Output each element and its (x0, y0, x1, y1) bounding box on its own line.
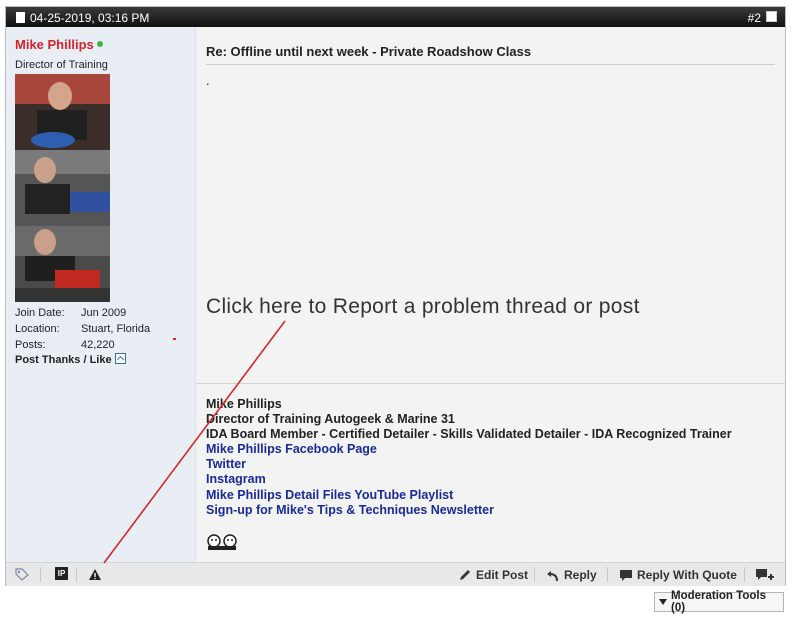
facebook-link[interactable]: Mike Phillips Facebook Page (206, 442, 732, 457)
footer-separator (534, 567, 535, 582)
reply-arrow-icon (547, 570, 558, 581)
post-number-link[interactable]: #2 (748, 11, 761, 25)
post-thanks-label: Post Thanks / Like (15, 354, 112, 366)
user-info-panel: Mike Phillips Director of Training Join … (6, 27, 196, 562)
post-date: 04-25-2019, 03:16 PM (30, 11, 150, 25)
posts-row: Posts: 42,220 (15, 339, 185, 355)
join-date-value: Jun 2009 (81, 307, 127, 319)
signature-line: IDA Board Member - Certified Detailer - … (206, 427, 732, 442)
pencil-icon (460, 569, 470, 580)
posts-value: 42,220 (81, 339, 115, 351)
footer-separator (607, 567, 608, 582)
document-icon (16, 12, 25, 23)
moderation-tools-dropdown[interactable]: Moderation Tools (0) (654, 590, 784, 614)
signature-line: Director of Training Autogeek & Marine 3… (206, 412, 455, 427)
location-value: Stuart, Florida (81, 323, 151, 335)
report-warning-icon[interactable] (88, 568, 102, 581)
post-title: Re: Offline until next week - Private Ro… (206, 44, 532, 59)
footer-separator (40, 567, 41, 582)
post-container: 04-25-2019, 03:16 PM #2 Mike Phillips Di… (5, 6, 786, 586)
reply-label: Reply (564, 568, 597, 582)
red-dot-mark (173, 338, 176, 340)
location-row: Location: Stuart, Florida (15, 323, 185, 339)
username-link[interactable]: Mike Phillips (15, 37, 94, 52)
reply-with-quote-label: Reply With Quote (637, 568, 737, 582)
youtube-playlist-link[interactable]: Mike Phillips Detail Files YouTube Playl… (206, 488, 732, 503)
signature: Mike Phillips Director of Training Autog… (206, 397, 732, 518)
post-select-checkbox[interactable] (766, 11, 777, 22)
newsletter-link[interactable]: Sign-up for Mike's Tips & Techniques New… (206, 503, 732, 518)
multi-quote-icon[interactable] (755, 568, 775, 582)
quote-bubble-icon (620, 569, 632, 581)
join-date-label: Join Date: (15, 307, 65, 319)
location-label: Location: (15, 323, 60, 335)
reply-with-quote-button[interactable]: Reply With Quote (619, 568, 737, 582)
reply-button[interactable]: Reply (546, 568, 597, 582)
post-content: Re: Offline until next week - Private Ro… (196, 27, 785, 562)
signature-divider (196, 383, 785, 384)
signature-smileys-icon (207, 534, 237, 550)
footer-separator (76, 567, 77, 582)
post-header: 04-25-2019, 03:16 PM #2 (6, 7, 785, 27)
chevron-down-icon (659, 599, 667, 605)
user-title: Director of Training (15, 59, 108, 71)
title-divider (206, 64, 775, 65)
post-body: . (206, 73, 210, 88)
posts-label: Posts: (15, 339, 46, 351)
avatar[interactable] (15, 74, 110, 302)
ip-icon[interactable]: IP (55, 567, 68, 580)
footer-separator (744, 567, 745, 582)
twitter-link[interactable]: Twitter (206, 457, 732, 472)
report-annotation-text: Click here to Report a problem thread or… (206, 295, 640, 318)
user-details: Join Date: Jun 2009 Location: Stuart, Fl… (15, 307, 185, 355)
edit-post-button[interactable]: Edit Post (458, 568, 528, 582)
join-date-row: Join Date: Jun 2009 (15, 307, 185, 323)
moderation-tools-label: Moderation Tools (0) (670, 590, 766, 614)
instagram-link[interactable]: Instagram (206, 472, 732, 487)
tag-icon[interactable] (15, 568, 29, 581)
post-footer: IP Edit Post Reply Reply With Quote (6, 562, 785, 586)
edit-post-label: Edit Post (476, 568, 529, 582)
signature-line: Mike Phillips (206, 397, 282, 411)
online-status-icon (97, 41, 103, 47)
thanks-expand-icon[interactable] (115, 353, 126, 364)
